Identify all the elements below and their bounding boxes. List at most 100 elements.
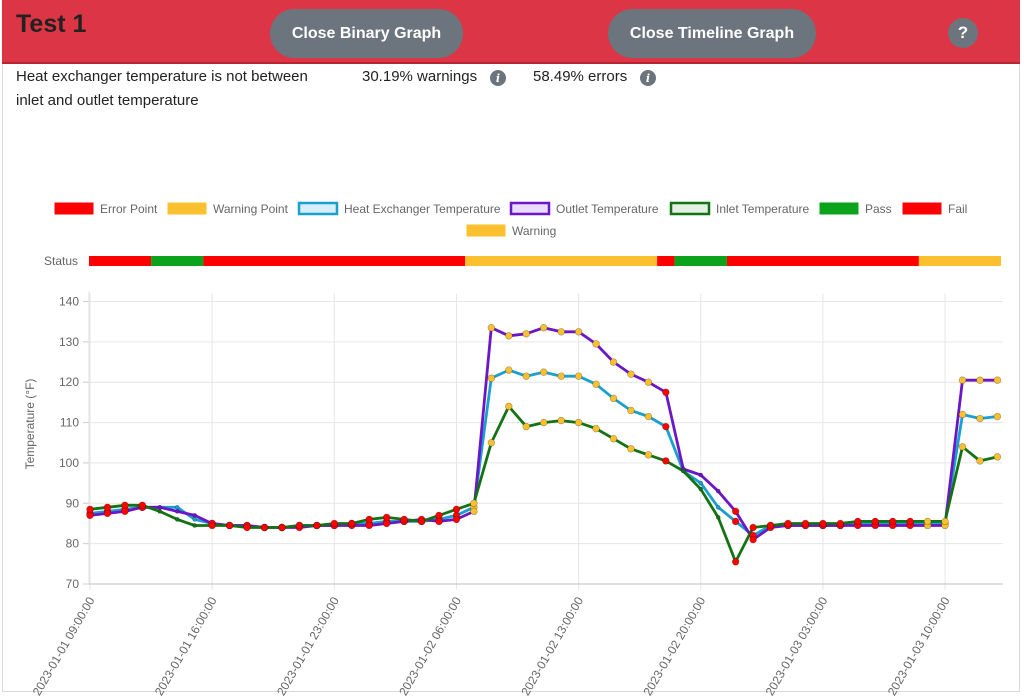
error-point — [854, 517, 862, 526]
legend-swatch — [902, 202, 942, 215]
error-point — [382, 513, 391, 522]
error-point — [836, 519, 845, 528]
warning-point — [592, 380, 600, 388]
error-point — [295, 521, 304, 530]
error-point — [400, 515, 408, 524]
y-tick-label: 70 — [66, 577, 80, 591]
y-tick-label: 100 — [59, 456, 79, 470]
x-tick-label: 2023-01-03 03:00:00 — [763, 594, 831, 698]
y-axis-label: Temperature (°F) — [23, 379, 37, 470]
data-point — [715, 488, 721, 494]
error-point — [731, 507, 740, 516]
legend-swatch — [819, 202, 859, 215]
error-point — [86, 505, 94, 514]
data-point — [680, 468, 686, 474]
status-label: Status — [44, 254, 78, 268]
warning-point — [976, 457, 984, 465]
warning-point — [958, 443, 967, 451]
error-point — [766, 521, 775, 530]
error-point — [330, 519, 338, 528]
warning-point — [958, 410, 967, 419]
legend-swatch — [54, 202, 94, 215]
warning-point — [609, 358, 618, 366]
warning-point — [470, 507, 478, 516]
legend-item: Outlet Temperature — [509, 201, 659, 216]
legend-label: Fail — [948, 202, 967, 216]
warning-point — [557, 372, 565, 380]
warning-point — [976, 414, 984, 423]
warning-point — [592, 340, 600, 348]
warning-point — [958, 376, 967, 384]
data-point — [192, 523, 197, 528]
legend-item: Fail — [902, 202, 967, 216]
legend-item: Pass — [819, 202, 892, 216]
error-point — [731, 517, 740, 526]
warning-point — [539, 418, 548, 427]
data-point — [157, 509, 163, 514]
x-tick-label: 2023-01-01 16:00:00 — [152, 594, 220, 698]
legend-label: Error Point — [100, 202, 158, 216]
warning-point — [644, 412, 653, 421]
warning-point — [574, 328, 583, 336]
warning-point — [609, 394, 618, 403]
series-line — [89, 404, 998, 564]
warning-point — [644, 378, 653, 386]
data-point — [174, 505, 180, 510]
data-point — [715, 515, 721, 520]
error-point — [749, 523, 757, 532]
error-point — [784, 519, 792, 528]
series-line — [89, 326, 998, 541]
data-point — [174, 517, 180, 522]
series-line — [89, 368, 998, 537]
error-point — [731, 558, 740, 566]
warning-point — [470, 499, 478, 507]
legend-label: Inlet Temperature — [716, 202, 809, 216]
error-point — [819, 519, 827, 528]
legend-swatch — [167, 202, 207, 215]
status-segment-warning — [918, 256, 1001, 266]
warning-point — [487, 324, 496, 332]
warning-point — [522, 330, 530, 338]
legend-swatch — [669, 201, 711, 216]
legend-item: Warning Point — [167, 202, 289, 216]
status-segment-fail — [89, 256, 152, 266]
x-tick-label: 2023-01-02 13:00:00 — [518, 594, 586, 698]
warning-point — [923, 517, 932, 526]
data-point — [192, 517, 197, 522]
warning-point — [627, 370, 635, 378]
error-point — [208, 521, 216, 530]
warning-point — [539, 368, 548, 376]
data-point — [698, 472, 704, 478]
data-point — [715, 505, 721, 510]
data-point — [174, 509, 180, 514]
error-point — [662, 388, 670, 397]
warning-point — [522, 422, 530, 431]
error-point — [243, 523, 251, 532]
error-point — [348, 519, 356, 528]
warning-point — [505, 332, 513, 340]
legend-item: Warning — [466, 224, 556, 238]
error-point — [260, 523, 269, 532]
timeline-chart: Error Point Warning Point Heat Exchanger T… — [23, 201, 1003, 698]
data-point — [698, 486, 704, 492]
error-point — [278, 523, 286, 532]
warning-point — [539, 324, 548, 332]
warning-point — [505, 366, 513, 374]
error-point — [121, 501, 129, 510]
status-segment-pass — [674, 256, 727, 266]
warning-point — [574, 372, 583, 380]
warning-point — [574, 418, 583, 427]
x-tick-label: 2023-01-02 06:00:00 — [396, 594, 464, 698]
warning-point — [941, 517, 949, 526]
legend-label: Outlet Temperature — [556, 202, 659, 216]
warning-point — [627, 406, 635, 415]
legend-item: Heat Exchanger Temperature — [297, 201, 501, 216]
warning-point — [522, 372, 530, 380]
warning-point — [609, 435, 618, 443]
warning-point — [505, 402, 513, 411]
legend-label: Warning Point — [213, 202, 289, 216]
y-tick-label: 110 — [60, 416, 79, 430]
data-point — [192, 513, 197, 518]
error-point — [452, 505, 461, 514]
legend-label: Pass — [865, 202, 892, 216]
